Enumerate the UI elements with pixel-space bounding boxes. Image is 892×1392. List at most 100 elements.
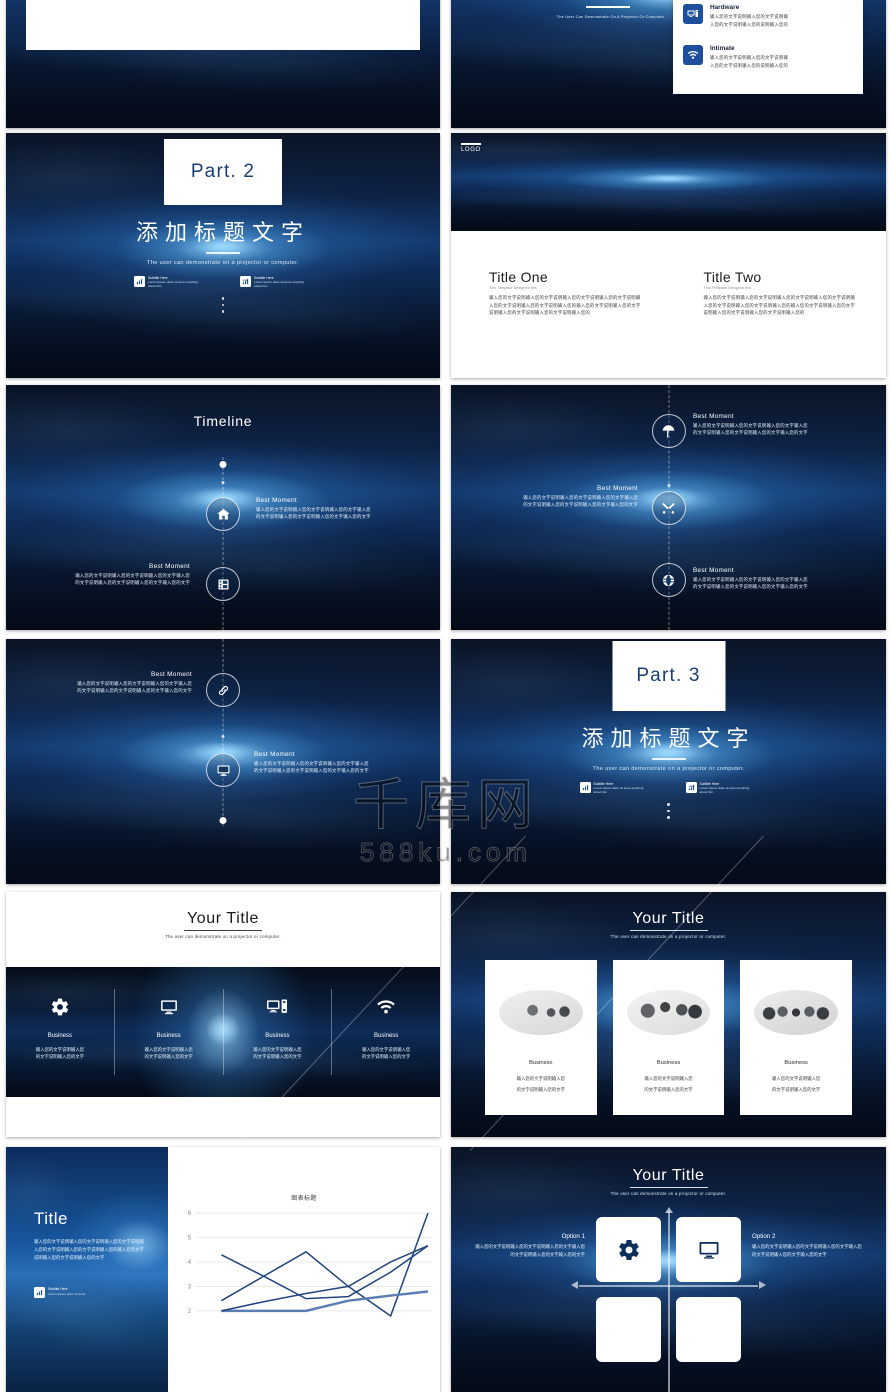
home-icon — [216, 508, 230, 519]
title-underline — [629, 930, 708, 931]
node-title: Best Moment — [256, 497, 297, 504]
icon-cell-body-line2: 的文字说明输入您的文字 — [144, 1055, 193, 1061]
slide-part3-cover[interactable]: Part. 3 添加标题文字 The user can demonstrate … — [451, 639, 886, 884]
slide-quadrant[interactable]: Your Title The user can demonstrate on a… — [451, 1147, 886, 1392]
slide-part2-cover[interactable]: Part. 2 添加标题文字 The user can demonstrate … — [6, 133, 440, 378]
part2-heading: 添加标题文字 — [135, 221, 310, 246]
part3-content: 添加标题文字 The user can demonstrate on a pro… — [451, 721, 886, 823]
bullet-dots — [451, 803, 886, 819]
photo-card-body-line2: 的文字说明输入您的文字 — [772, 1088, 821, 1093]
node-title: Best Moment — [254, 751, 295, 758]
timeline-node[interactable] — [651, 563, 686, 597]
mini-feature-title: Subtitle Here — [699, 781, 720, 786]
icon-cell[interactable]: Business 输入您的文字说明输入您 的文字说明输入您的文字 — [224, 967, 332, 1097]
slide-title: Your Title — [632, 910, 705, 927]
photo-cards-header: Your Title The user can demonstrate on a… — [451, 910, 886, 939]
slide-timeline-c[interactable]: Best Moment 输入您的文字说明输入您的文字说明输入您的文字输入您的文字… — [6, 639, 440, 884]
monitor-icon — [699, 1241, 718, 1259]
logo-mark: LOGO — [461, 143, 481, 153]
chart-slide-mini[interactable]: Subtitle Here Lorem ipsum dolor sit amet — [34, 1287, 85, 1298]
column-kicker: This Template Designed this — [703, 286, 752, 290]
quadrant-tile[interactable] — [676, 1297, 741, 1362]
photo-card-label: Business — [529, 1060, 553, 1066]
quadrant-option[interactable]: Option 1 输入您的文字说明输入您的文字说明输入您的文字输入您的文字说明输… — [475, 1233, 585, 1259]
node-title: Best Moment — [597, 485, 638, 492]
four-icons-band: Business 输入您的文字说明输入您 的文字说明输入您的文字 Busines… — [6, 967, 440, 1097]
chart-slide-body: 输入您的文字说明输入您的文字说明输入您的文字说明输入您的文字说明输入您的文字说明… — [34, 1240, 144, 1261]
node-body: 输入您的文字说明输入您的文字说明输入您的文字输入您的文字说明输入您的文字说明输入… — [75, 574, 190, 587]
timeline-node-text: Best Moment 输入您的文字说明输入您的文字说明输入您的文字输入您的文字… — [75, 563, 190, 588]
photo-card[interactable]: Business 输入您的文字说明输入您 的文字说明输入您的文字 — [740, 960, 853, 1115]
photo-card-body-line1: 输入您的文字说明输入您 — [644, 1077, 693, 1082]
desktop-icon — [683, 4, 703, 24]
node-title: Best Moment — [693, 413, 734, 420]
slide-divider — [586, 6, 630, 8]
svg-text:2: 2 — [188, 1309, 192, 1315]
tools-icon — [662, 502, 675, 514]
four-icons-row: Business 输入您的文字说明输入您 的文字说明输入您的文字 Busines… — [6, 967, 440, 1097]
improvement-item[interactable]: 75% Improvement 输入您的文字说明输入您 的文字说明输入您的文字 — [223, 0, 322, 50]
timeline-node[interactable] — [651, 414, 686, 448]
mini-feature[interactable]: Subtitle Here Lorem ipsum dolor sit amet… — [134, 275, 206, 289]
node-body: 输入您的文字说明输入您的文字说明输入您的文字输入您的文字说明输入您的文字说明输入… — [693, 424, 808, 437]
timeline-node[interactable] — [651, 491, 686, 525]
timeline-small-dot — [221, 481, 225, 484]
mini-feature-body: Lorem ipsum dolor sit amet anything abou… — [593, 786, 644, 795]
title-column[interactable]: Title One This Template Designed this 输入… — [489, 269, 642, 318]
improvement-item[interactable]: 65% Improvement 输入您的文字说明输入您 的文字说明输入您的文字 — [26, 0, 125, 50]
slide-photo-cards[interactable]: Your Title The user can demonstrate on a… — [451, 892, 886, 1137]
improvement-item[interactable]: 55% Improvement 输入您的文字说明输入您 的文字说明输入您的文字 — [125, 0, 224, 50]
slide-hardware-intimate[interactable]: The User Can Demonstrate On A Projector … — [451, 0, 886, 128]
mini-feature[interactable]: Subtitle Here Lorem ipsum dolor sit amet… — [240, 275, 312, 289]
timeline-node[interactable] — [206, 497, 240, 531]
hardware-list-item[interactable]: Hardware 输入您的文字说明输入您的文字说明输 入您的文字说明输入您的说明… — [683, 4, 855, 29]
hardware-list-item[interactable]: Intimate 输入您的文字说明输入您的文字说明输 入您的文字说明输入您的说明… — [683, 45, 855, 70]
part3-heading: 添加标题文字 — [581, 727, 756, 752]
node-body: 输入您的文字说明输入您的文字说明输入您的文字输入您的文字说明输入您的文字说明输入… — [254, 762, 369, 775]
timeline-node-text: Best Moment 输入您的文字说明输入您的文字说明输入您的文字输入您的文字… — [520, 485, 638, 510]
timeline-node[interactable] — [206, 753, 240, 787]
icon-cell-body-line1: 输入您的文字说明输入您 — [361, 1048, 411, 1053]
hardware-item-body-line2: 入您的文字说明输入您的说明输入您的 — [710, 63, 789, 69]
chart-area[interactable]: 图表标题 6 5 4 3 2 — [168, 1147, 440, 1392]
photo-card-body-line2: 的文字说明输入您的文字 — [516, 1088, 565, 1093]
mini-feature-title: Subtitle Here — [593, 781, 614, 786]
quadrant-tile[interactable] — [596, 1217, 661, 1282]
column-title: Title One — [489, 269, 548, 285]
bar-chart-growth-icon — [240, 275, 251, 287]
timeline-node[interactable] — [206, 673, 240, 707]
option-body: 输入您的文字说明输入您的文字说明输入您的文字输入您的文字说明输入您的文字输入您的… — [475, 1245, 585, 1258]
template-preview-sheet: 65% Improvement 输入您的文字说明输入您 的文字说明输入您的文字 … — [0, 0, 892, 1392]
slide-two-titles[interactable]: LOGO Title One This Template Designed th… — [451, 133, 886, 378]
title-column[interactable]: Title Two This Template Designed this 输入… — [704, 269, 857, 318]
slide-timeline-b[interactable]: Best Moment 输入您的文字说明输入您的文字说明输入您的文字输入您的文字… — [451, 385, 886, 630]
quadrant-option[interactable]: Option 2 输入您的文字说明输入您的文字说明输入您的文字输入您的文字说明输… — [752, 1233, 862, 1259]
bullet-dot — [221, 297, 225, 300]
icon-cell[interactable]: Business 输入您的文字说明输入您 的文字说明输入您的文字 — [115, 967, 223, 1097]
improvement-item[interactable]: 85% Improvement 输入您的文字说明输入您 的文字说明输入您的文字 — [322, 0, 421, 50]
quadrant-tile[interactable] — [676, 1217, 741, 1282]
icon-cell-label: Business — [265, 1033, 290, 1039]
gear-icon — [51, 998, 68, 1016]
timeline-node-text: Best Moment 输入您的文字说明输入您的文字说明输入您的文字输入您的文字… — [693, 413, 811, 438]
icon-cell-body-line1: 输入您的文字说明输入您 — [253, 1048, 302, 1053]
gear-icon — [618, 1239, 639, 1260]
slide-timeline-a[interactable]: Timeline Best Moment 输入您的文字说明输入您的文字说明输入您… — [6, 385, 440, 630]
icon-cell[interactable]: Business 输入您的文字说明输入您 的文字说明输入您的文字 — [6, 967, 114, 1097]
mini-feature[interactable]: Subtitle Here Lorem ipsum dolor sit amet… — [685, 781, 758, 795]
slide-improvement[interactable]: 65% Improvement 输入您的文字说明输入您 的文字说明输入您的文字 … — [6, 0, 440, 128]
photo-card-body-line2: 的文字说明输入您的文字 — [644, 1088, 693, 1093]
photo-card[interactable]: Business 输入您的文字说明输入您 的文字说明输入您的文字 — [612, 960, 725, 1115]
slide-chart[interactable]: Title 输入您的文字说明输入您的文字说明输入您的文字说明输入您的文字说明输入… — [6, 1147, 440, 1392]
slide-four-icons[interactable]: Your Title The user can demonstrate on a… — [6, 892, 440, 1137]
icon-cell[interactable]: Business 输入您的文字说明输入您 的文字说明输入您的文字 — [332, 967, 440, 1097]
quadrant-tile[interactable] — [596, 1297, 661, 1362]
option-label: Option 1 — [561, 1233, 585, 1240]
node-body: 输入您的文字说明输入您的文字说明输入您的文字输入您的文字说明输入您的文字说明输入… — [256, 508, 371, 521]
mini-feature-title: Subtitle Here — [148, 275, 168, 280]
timeline-node[interactable] — [206, 567, 240, 601]
mini-feature[interactable]: Subtitle Here Lorem ipsum dolor sit amet… — [579, 781, 652, 795]
hardware-list: Hardware 输入您的文字说明输入您的文字说明输 入您的文字说明输入您的说明… — [683, 4, 855, 70]
photo-card[interactable]: Business 输入您的文字说明输入您 的文字说明输入您的文字 — [485, 960, 597, 1115]
bullet-dots — [6, 297, 440, 313]
